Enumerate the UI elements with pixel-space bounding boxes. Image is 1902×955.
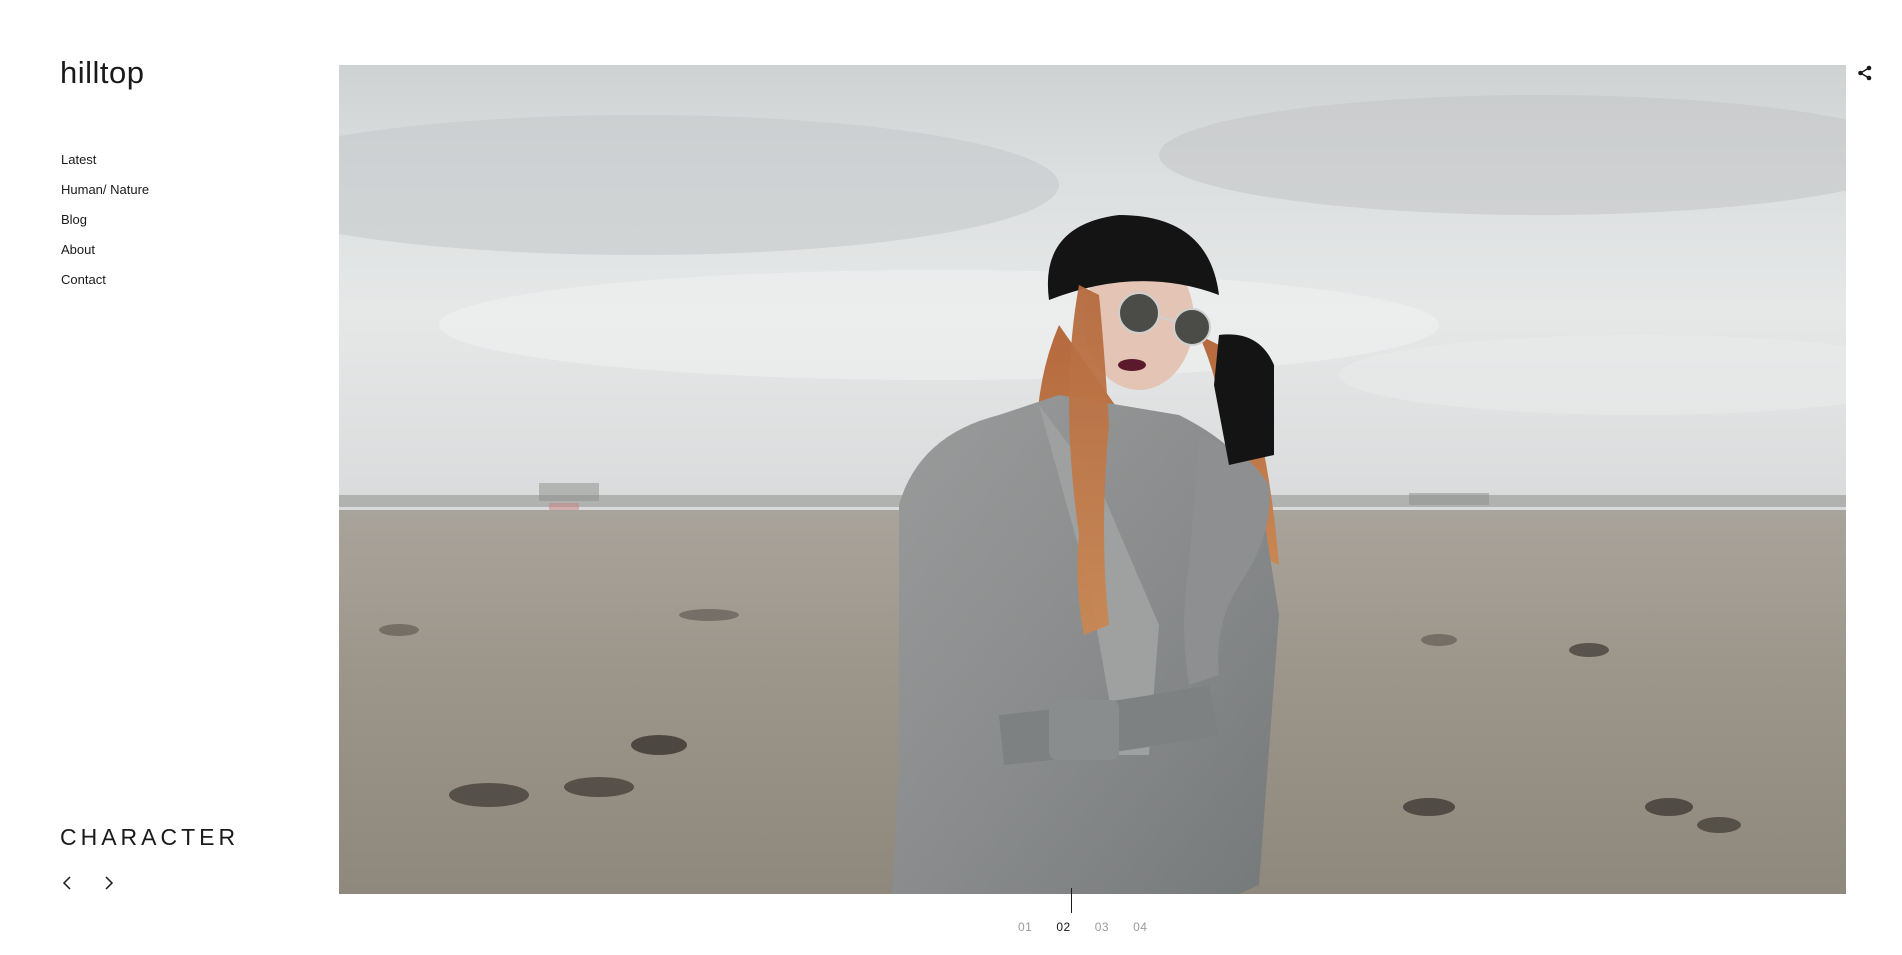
pager-item-03[interactable]: 03 [1095,920,1109,934]
page: hilltop Latest Human/ Nature Blog About … [0,0,1902,955]
nav-item-contact[interactable]: Contact [61,270,149,300]
site-logo[interactable]: hilltop [60,55,145,91]
gallery-title: CHARACTER [60,824,240,850]
gallery-image [339,65,1846,894]
share-icon[interactable] [1856,64,1874,82]
main-nav: Latest Human/ Nature Blog About Contact [61,150,149,300]
nav-item-blog[interactable]: Blog [61,210,149,240]
pager-item-02[interactable]: 02 [1056,920,1070,934]
gallery-arrows [58,873,118,893]
nav-item-latest[interactable]: Latest [61,150,149,180]
gallery-pager: 01 02 03 04 [1018,920,1147,934]
nav-item-human-nature[interactable]: Human/ Nature [61,180,149,210]
chevron-right-icon[interactable] [98,873,118,893]
active-page-indicator [1071,888,1072,913]
pager-item-01[interactable]: 01 [1018,920,1032,934]
pager-item-04[interactable]: 04 [1133,920,1147,934]
chevron-left-icon[interactable] [58,873,78,893]
nav-item-about[interactable]: About [61,240,149,270]
